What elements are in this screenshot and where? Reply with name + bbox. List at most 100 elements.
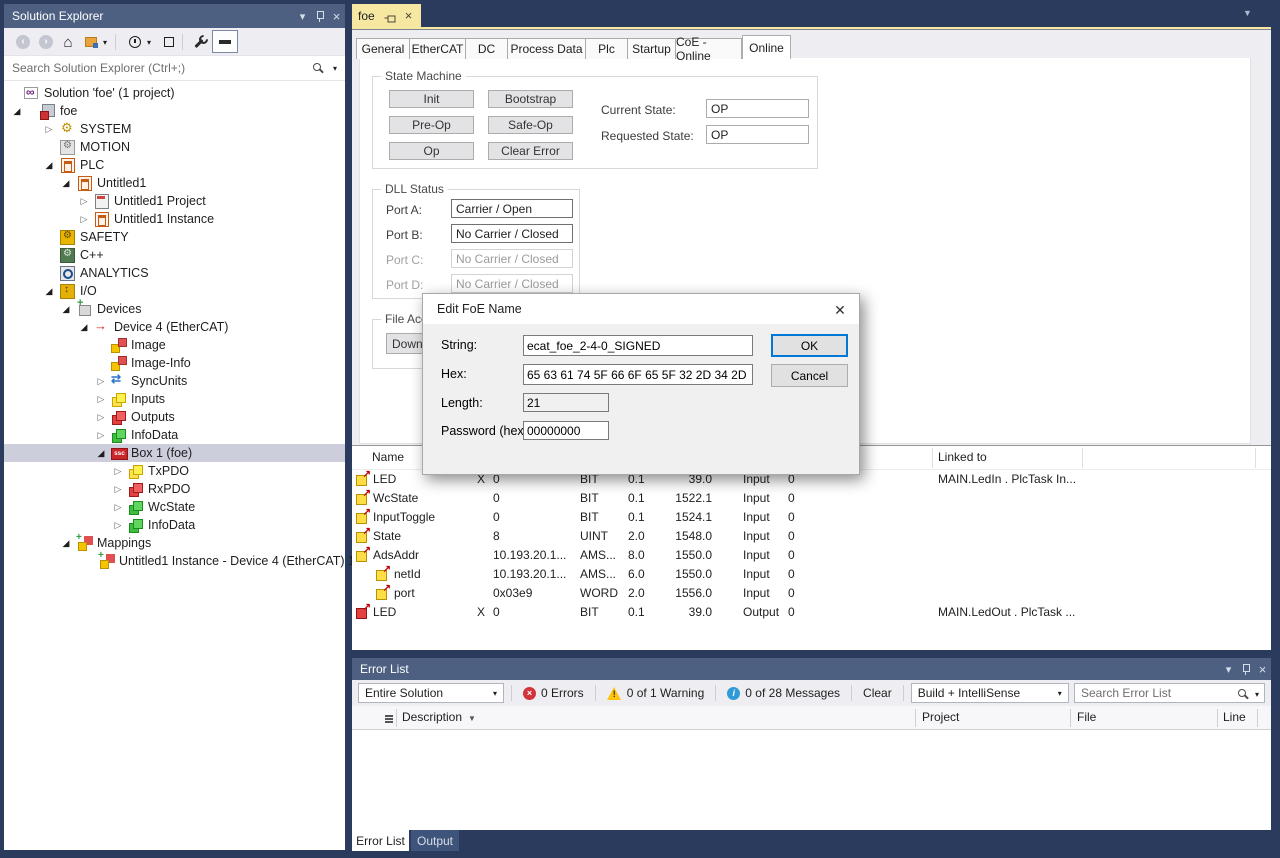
tree-item-cpp[interactable]: C++	[4, 246, 345, 264]
tree-item-system[interactable]: SYSTEM	[4, 120, 345, 138]
column-header-file[interactable]: File	[1077, 710, 1096, 724]
tree-item-wcstate[interactable]: WcState	[4, 498, 345, 516]
column-header-name[interactable]: Name	[372, 450, 404, 464]
expander-icon[interactable]	[111, 462, 125, 480]
tree-item-io[interactable]: I/O	[4, 282, 345, 300]
hex-field[interactable]	[523, 364, 753, 385]
op-button[interactable]: Op	[389, 142, 474, 160]
scope-dropdown[interactable]: Entire Solution ▾	[358, 683, 504, 703]
expander-icon[interactable]	[94, 408, 108, 426]
collapse-all-icon[interactable]	[160, 33, 178, 51]
chevron-down-icon[interactable]: ▾	[100, 33, 110, 51]
grid-row-port[interactable]: port0x03e9WORD2.01556.0Input0	[352, 584, 1271, 603]
back-icon[interactable]: ‹	[14, 33, 32, 51]
properties-wrench-icon[interactable]	[192, 33, 210, 51]
cancel-button[interactable]: Cancel	[771, 364, 848, 387]
tree-item-txpdo[interactable]: TxPDO	[4, 462, 345, 480]
expander-icon[interactable]	[111, 480, 125, 498]
expander-icon[interactable]	[42, 282, 56, 300]
grid-row-led-out[interactable]: LEDX0BIT0.139.0Output0MAIN.LedOut . PlcT…	[352, 603, 1271, 622]
tree-item-rxpdo[interactable]: RxPDO	[4, 480, 345, 498]
grid-row-adsaddr[interactable]: AdsAddr10.193.20.1...AMS...8.01550.0Inpu…	[352, 546, 1271, 565]
tab-coe-online[interactable]: CoE - Online	[676, 38, 742, 59]
tree-item-image[interactable]: Image	[4, 336, 345, 354]
tree-item-box1-foe[interactable]: Box 1 (foe)	[4, 444, 345, 462]
sync-active-document-icon[interactable]	[82, 33, 100, 51]
expander-icon[interactable]	[77, 192, 91, 210]
expander-icon[interactable]	[94, 444, 108, 462]
expander-icon[interactable]	[42, 120, 56, 138]
pin-icon[interactable]	[383, 9, 399, 22]
expander-icon[interactable]	[77, 210, 91, 228]
pin-icon[interactable]	[1237, 661, 1254, 677]
column-header-line[interactable]: Line	[1223, 710, 1246, 724]
columns-icon[interactable]	[385, 715, 393, 717]
tree-item-safety[interactable]: SAFETY	[4, 228, 345, 246]
expander-icon[interactable]	[94, 372, 108, 390]
tree-item-image-info[interactable]: Image-Info	[4, 354, 345, 372]
expander-icon[interactable]	[10, 102, 24, 120]
build-intellisense-dropdown[interactable]: Build + IntelliSense ▾	[911, 683, 1069, 703]
close-icon[interactable]: ×	[1254, 661, 1271, 677]
tree-item-mappings[interactable]: Mappings	[4, 534, 345, 552]
pin-icon[interactable]	[311, 8, 328, 24]
search-input[interactable]	[4, 56, 345, 80]
preview-selected-items-toggle[interactable]	[212, 30, 238, 53]
tab-dc[interactable]: DC	[466, 38, 508, 59]
tree-item-untitled1-instance[interactable]: Untitled1 Instance	[4, 210, 345, 228]
tab-process-data[interactable]: Process Data	[508, 38, 586, 59]
expander-icon[interactable]	[59, 534, 73, 552]
column-header-project[interactable]: Project	[922, 710, 959, 724]
home-icon[interactable]: ⌂	[59, 33, 77, 51]
window-menu-chevron-icon[interactable]: ▾	[1220, 661, 1237, 677]
chevron-down-icon[interactable]: ▾	[1255, 690, 1259, 699]
tab-error-list[interactable]: Error List	[352, 830, 409, 851]
tree-item-device4-ethercat[interactable]: Device 4 (EtherCAT)	[4, 318, 345, 336]
forward-icon[interactable]: ›	[37, 33, 55, 51]
grid-row-wcstate[interactable]: WcState0BIT0.11522.1Input0	[352, 489, 1271, 508]
close-icon[interactable]: ×	[402, 8, 415, 24]
pending-changes-filter-icon[interactable]	[126, 33, 144, 51]
tab-ethercat[interactable]: EtherCAT	[410, 38, 466, 59]
errors-filter-button[interactable]: × 0 Errors	[519, 686, 588, 700]
expander-icon[interactable]	[111, 498, 125, 516]
expander-icon[interactable]	[111, 516, 125, 534]
tree-item-untitled1[interactable]: Untitled1	[4, 174, 345, 192]
close-icon[interactable]: ✕	[831, 301, 849, 319]
grid-row-netid[interactable]: netId10.193.20.1...AMS...6.01550.0Input0	[352, 565, 1271, 584]
expander-icon[interactable]	[77, 318, 91, 336]
tree-item-infodata[interactable]: InfoData	[4, 426, 345, 444]
document-list-chevron-icon[interactable]: ▼	[1243, 8, 1252, 18]
tree-item-solution[interactable]: Solution 'foe' (1 project)	[4, 84, 345, 102]
document-tab-foe[interactable]: foe ×	[352, 4, 421, 27]
ok-button[interactable]: OK	[771, 334, 848, 357]
expander-icon[interactable]	[59, 300, 73, 318]
chevron-down-icon[interactable]: ▾	[144, 33, 154, 51]
clear-error-button[interactable]: Clear Error	[488, 142, 573, 160]
tab-online[interactable]: Online	[742, 35, 791, 59]
expander-icon[interactable]	[59, 174, 73, 192]
tree-item-inputs[interactable]: Inputs	[4, 390, 345, 408]
tree-item-analytics[interactable]: ANALYTICS	[4, 264, 345, 282]
column-header-linked-to[interactable]: Linked to	[938, 450, 987, 464]
window-menu-chevron-icon[interactable]: ▾	[294, 8, 311, 24]
string-field[interactable]	[523, 335, 753, 356]
safe-op-button[interactable]: Safe-Op	[488, 116, 573, 134]
tree-item-mapping-instance[interactable]: Untitled1 Instance - Device 4 (EtherCAT)…	[4, 552, 345, 570]
bootstrap-button[interactable]: Bootstrap	[488, 90, 573, 108]
tab-plc[interactable]: Plc	[586, 38, 628, 59]
tree-item-plc[interactable]: PLC	[4, 156, 345, 174]
clear-button[interactable]: Clear	[859, 686, 896, 700]
grid-row-inputtoggle[interactable]: InputToggle0BIT0.11524.1Input0	[352, 508, 1271, 527]
tab-general[interactable]: General	[356, 38, 410, 59]
search-input[interactable]	[1075, 684, 1235, 702]
expander-icon[interactable]	[94, 426, 108, 444]
tree-item-motion[interactable]: MOTION	[4, 138, 345, 156]
chevron-down-icon[interactable]: ▾	[333, 64, 337, 73]
expander-icon[interactable]	[94, 390, 108, 408]
password-field[interactable]	[523, 421, 609, 440]
expander-icon[interactable]	[42, 156, 56, 174]
pre-op-button[interactable]: Pre-Op	[389, 116, 474, 134]
tree-item-outputs[interactable]: Outputs	[4, 408, 345, 426]
tab-startup[interactable]: Startup	[628, 38, 676, 59]
